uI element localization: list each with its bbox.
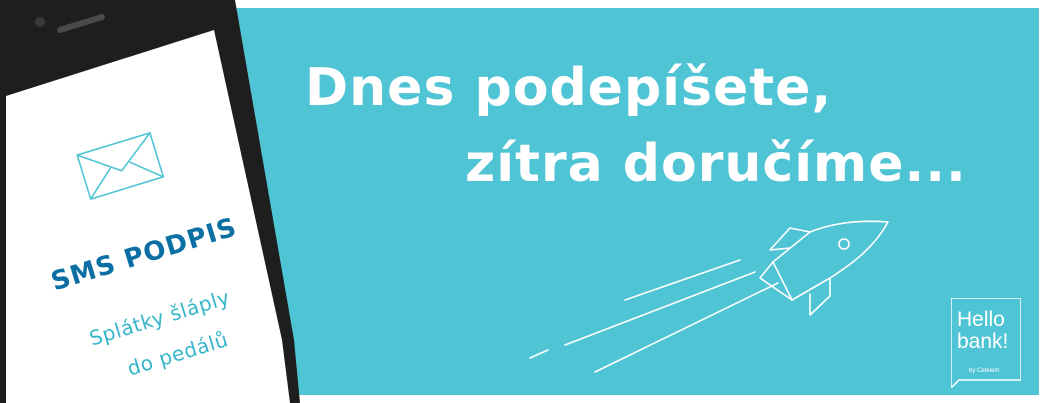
envelope-icon bbox=[76, 132, 165, 200]
promo-banner[interactable]: Dnes podepíšete, zítra doručíme... SMS P… bbox=[0, 0, 1047, 403]
logo-tagline: by Cetelem bbox=[969, 368, 1000, 374]
headline-line-2: zítra doručíme... bbox=[465, 134, 967, 194]
headline-line-1: Dnes podepíšete, bbox=[305, 58, 833, 118]
logo-line-2: bank! bbox=[957, 330, 1009, 353]
logo-line-1: Hello bbox=[957, 308, 1005, 331]
